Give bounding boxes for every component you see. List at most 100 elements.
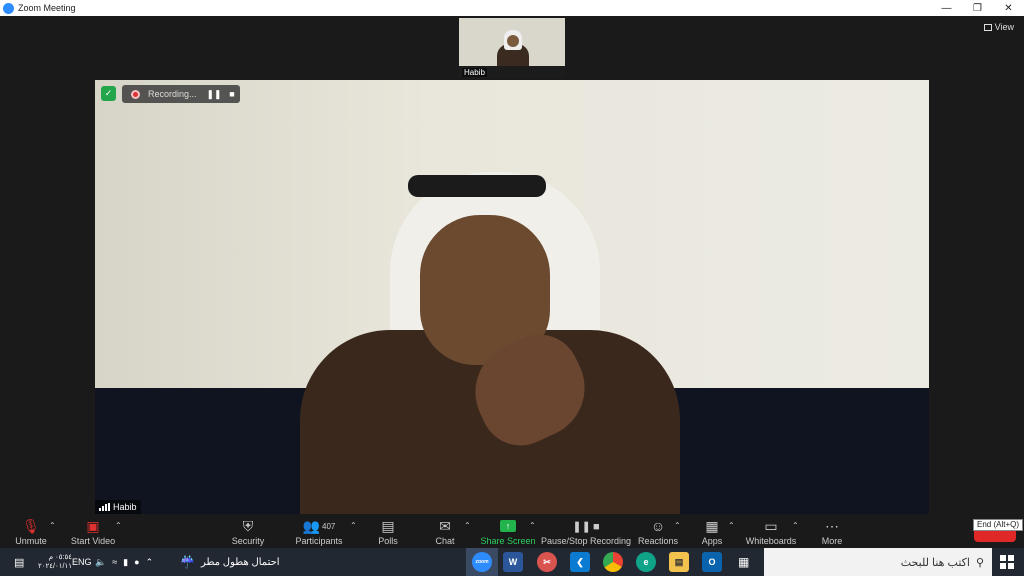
file-explorer-icon: ▤	[669, 552, 689, 572]
taskbar-app-chrome[interactable]	[603, 548, 623, 576]
encryption-shield-icon[interactable]: ✓	[101, 86, 116, 101]
search-placeholder: اكتب هنا للبحث	[900, 556, 970, 569]
zoom-window: Zoom Meeting — ❐ ✕ View Habib ✓ Recordin…	[0, 0, 1024, 576]
wifi-icon[interactable]: ≈	[112, 557, 117, 567]
clock-date: ٢٠٢٤/٠١/١١	[38, 563, 72, 570]
zoom-logo-icon	[3, 2, 14, 14]
speaker-name: Habib	[113, 502, 137, 512]
share-screen-chevron-icon[interactable]: ⌃	[529, 521, 536, 530]
outlook-icon: O	[702, 552, 722, 572]
microphone-icon[interactable]: ●	[134, 557, 139, 567]
vscode-icon: ❮	[570, 552, 590, 572]
recording-dot-icon	[131, 89, 140, 99]
more-dots-icon: ⋯	[825, 517, 839, 534]
speaker-name-tag: Habib	[95, 500, 141, 514]
pause-stop-recording-button[interactable]: ❚❚ ■ Pause/Stop Recording	[541, 514, 631, 548]
close-button[interactable]: ✕	[993, 0, 1024, 16]
view-label: View	[994, 22, 1014, 32]
weather-text: احتمال هطول مطر	[200, 556, 280, 568]
minimize-icon: —	[941, 2, 952, 14]
participants-icon: 👥 407	[302, 517, 336, 534]
title-bar: Zoom Meeting — ❐ ✕	[0, 0, 1024, 16]
participants-chevron-icon[interactable]: ⌃	[350, 521, 357, 530]
battery-icon[interactable]: ▮	[123, 557, 128, 568]
participant-thumbnail[interactable]: Habib	[459, 18, 565, 78]
share-screen-button[interactable]: ↑ Share Screen	[480, 514, 536, 548]
participants-button[interactable]: 👥 407 Participants	[295, 514, 343, 548]
active-speaker-video: ✓ Recording... ❚❚ ■ Habib	[95, 80, 929, 514]
muted-microphone-icon: 🎙	[22, 517, 40, 534]
chat-label: Chat	[435, 536, 455, 546]
zoom-app-icon: zoom	[472, 552, 492, 572]
minimize-button[interactable]: —	[931, 0, 962, 16]
apps-button[interactable]: ▦ Apps	[701, 514, 723, 548]
taskbar-app-word[interactable]: W	[503, 548, 523, 576]
taskbar-app-snip[interactable]: ✂	[537, 548, 557, 576]
taskbar-app-files[interactable]: ▤	[669, 548, 689, 576]
signal-strength-icon	[99, 503, 110, 511]
more-label: More	[821, 536, 843, 546]
window-title: Zoom Meeting	[18, 3, 76, 13]
taskbar-app-zoom[interactable]: zoom	[466, 548, 498, 576]
view-button[interactable]: View	[983, 22, 1014, 32]
chat-button[interactable]: ✉ Chat	[434, 514, 456, 548]
participants-label: Participants	[295, 536, 343, 546]
restore-button[interactable]: ❐	[962, 0, 993, 16]
stop-recording-button[interactable]: ■	[224, 87, 240, 101]
speaker-agal	[408, 175, 546, 197]
share-screen-label: Share Screen	[480, 536, 536, 546]
taskbar-app-outlook[interactable]: O	[702, 548, 722, 576]
start-video-button[interactable]: ▣ Start Video	[70, 514, 116, 548]
end-meeting-tooltip: End (Alt+Q)	[972, 519, 1023, 531]
unmute-button[interactable]: 🎙 Unmute	[14, 514, 48, 548]
apps-chevron-icon[interactable]: ⌃	[728, 521, 735, 530]
video-off-icon: ▣	[86, 517, 100, 534]
polls-chart-icon: ▤	[381, 517, 395, 534]
chat-bubble-icon: ✉	[439, 517, 451, 534]
taskbar-search[interactable]: اكتب هنا للبحث ⚲	[764, 548, 992, 576]
meeting-toolbar: 🎙 Unmute ⌃ ▣ Start Video ⌃ ⛨ Security 👥 4…	[0, 514, 1024, 548]
windows-taskbar: ▤ ٠٥:٥٤ م ٢٠٢٤/٠١/١١ ENG 🔈 ≈ ▮ ● ⌃ ☔ احت…	[0, 548, 1024, 576]
close-icon: ✕	[1004, 2, 1013, 14]
language-indicator[interactable]: ENG	[72, 548, 92, 576]
video-options-chevron-icon[interactable]: ⌃	[115, 521, 122, 530]
security-label: Security	[231, 536, 265, 546]
task-view-icon: ▦	[738, 555, 750, 569]
reactions-smiley-icon: ☺	[650, 518, 666, 534]
whiteboards-label: Whiteboards	[745, 536, 797, 546]
weather-widget[interactable]: ☔ احتمال هطول مطر	[180, 548, 280, 576]
unmute-label: Unmute	[15, 536, 47, 546]
reactions-label: Reactions	[637, 536, 679, 546]
apps-label: Apps	[701, 536, 723, 546]
share-screen-arrow-icon: ↑	[500, 520, 516, 532]
clock[interactable]: ٠٥:٥٤ م ٢٠٢٤/٠١/١١	[38, 548, 72, 576]
snipping-tool-icon: ✂	[537, 552, 557, 572]
more-button[interactable]: ⋯ More	[820, 514, 844, 548]
audio-options-chevron-icon[interactable]: ⌃	[49, 521, 56, 530]
taskbar-app-vscode[interactable]: ❮	[570, 548, 590, 576]
task-view-button[interactable]: ▦	[738, 548, 749, 576]
pause-stop-icon: ❚❚ ■	[572, 520, 600, 533]
taskbar-app-edge[interactable]: e	[636, 548, 656, 576]
language-label: ENG	[72, 557, 92, 567]
polls-label: Polls	[378, 536, 398, 546]
pause-recording-button[interactable]: ❚❚	[206, 87, 222, 101]
volume-icon[interactable]: 🔈	[95, 557, 106, 568]
chat-chevron-icon[interactable]: ⌃	[464, 521, 471, 530]
pause-icon: ❚❚	[206, 88, 222, 99]
polls-button[interactable]: ▤ Polls	[376, 514, 400, 548]
system-tray: 🔈 ≈ ▮ ● ⌃	[95, 548, 153, 576]
show-hidden-icons-chevron-icon[interactable]: ⌃	[146, 557, 154, 568]
reactions-chevron-icon[interactable]: ⌃	[674, 521, 681, 530]
grid-view-icon	[983, 23, 992, 31]
notifications-icon[interactable]: ▤	[14, 548, 24, 576]
whiteboards-button[interactable]: ▭ Whiteboards	[745, 514, 797, 548]
recording-indicator: Recording... ❚❚ ■	[122, 85, 240, 103]
participants-count: 407	[322, 521, 336, 531]
pause-stop-recording-label: Pause/Stop Recording	[540, 536, 632, 546]
security-button[interactable]: ⛨ Security	[230, 514, 266, 548]
windows-start-icon[interactable]	[1000, 555, 1014, 569]
umbrella-rain-icon: ☔	[180, 555, 195, 569]
whiteboards-chevron-icon[interactable]: ⌃	[792, 521, 799, 530]
reactions-button[interactable]: ☺ Reactions	[637, 514, 679, 548]
